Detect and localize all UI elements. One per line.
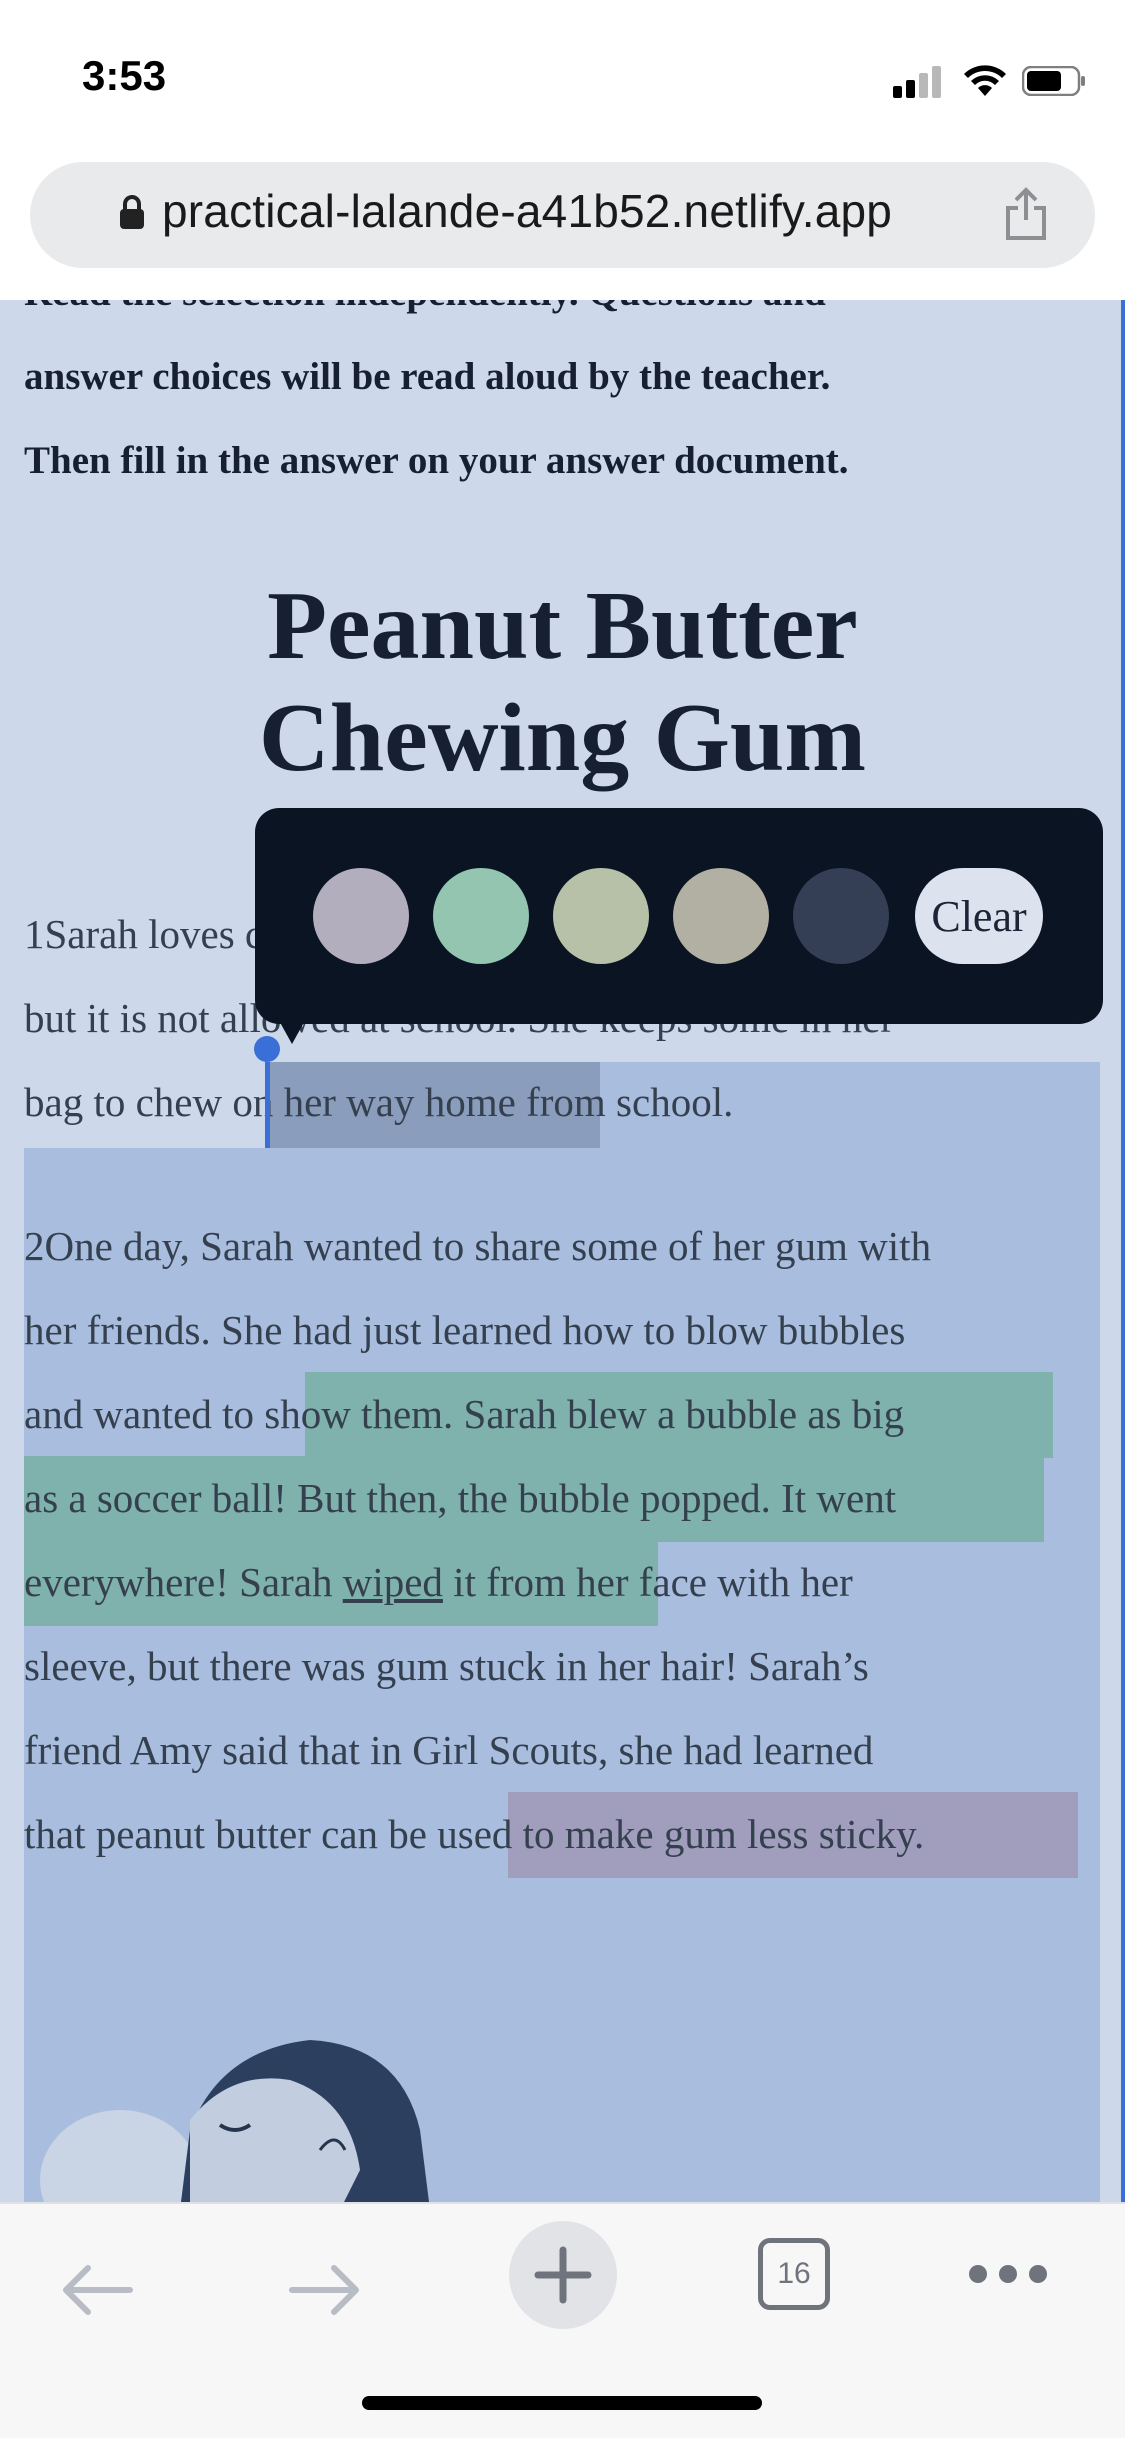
page-title-line-1: Peanut Butter	[267, 572, 858, 680]
url-text[interactable]: practical-lalande-a41b52.netlify.app	[162, 184, 892, 238]
paragraph-2-line: and wanted to show them. Sarah blew a bu…	[24, 1391, 905, 1437]
tabs-count-button[interactable]: 16	[758, 2238, 830, 2310]
paragraph-2-line: her friends. She had just learned how to…	[24, 1307, 906, 1353]
highlight-color-green[interactable]	[433, 868, 529, 964]
selection-handle[interactable]	[265, 1062, 270, 1148]
status-time: 3:53	[82, 52, 167, 99]
forward-arrow-icon[interactable]	[286, 2260, 366, 2320]
instructions-line-3: Then fill in the answer on your answer d…	[24, 439, 849, 482]
girl-illustration	[40, 2040, 429, 2202]
highlight-color-slate[interactable]	[793, 868, 889, 964]
web-page: Read the selection independently. Questi…	[0, 300, 1125, 2202]
highlight-color-yellow-green[interactable]	[553, 868, 649, 964]
paragraph-2-line: friend Amy said that in Girl Scouts, she…	[24, 1727, 874, 1773]
cellular-signal-icon	[893, 66, 943, 98]
new-tab-plus-icon[interactable]	[508, 2220, 618, 2330]
paragraph-2-line: as a soccer ball! But then, the bubble p…	[24, 1475, 897, 1521]
paragraph-1-line: bag to chew on her way home from school.	[24, 1079, 734, 1125]
paragraph-2-line: everywhere! Sarah wiped it from her face…	[24, 1559, 853, 1605]
highlight-color-purple[interactable]	[313, 868, 409, 964]
battery-icon	[1022, 66, 1085, 96]
paragraph-2-line: that peanut butter can be used to make g…	[24, 1811, 925, 1857]
status-bar: 3:53	[0, 0, 1125, 160]
highlighter-popup: Clear	[255, 808, 1103, 1024]
home-indicator[interactable]	[362, 2396, 762, 2410]
paragraph-2-line: 2One day, Sarah wanted to share some of …	[24, 1223, 932, 1269]
wifi-icon	[964, 65, 1006, 96]
more-menu-icon[interactable]	[966, 2262, 1050, 2286]
highlight-color-tan[interactable]	[673, 868, 769, 964]
share-icon[interactable]	[1002, 186, 1050, 242]
page-title-line-2: Chewing Gum	[258, 684, 867, 792]
instructions-line-2: answer choices will be read aloud by the…	[24, 355, 831, 398]
clear-highlight-button[interactable]: Clear	[915, 868, 1043, 964]
instructions-line-1: Read the selection independently. Questi…	[24, 300, 1084, 315]
paragraph-2-line: sleeve, but there was gum stuck in her h…	[24, 1643, 869, 1689]
lock-icon	[120, 195, 144, 229]
address-bar[interactable]: practical-lalande-a41b52.netlify.app	[30, 162, 1095, 268]
vocabulary-word[interactable]: wiped	[343, 1559, 443, 1605]
back-arrow-icon[interactable]	[56, 2260, 136, 2320]
